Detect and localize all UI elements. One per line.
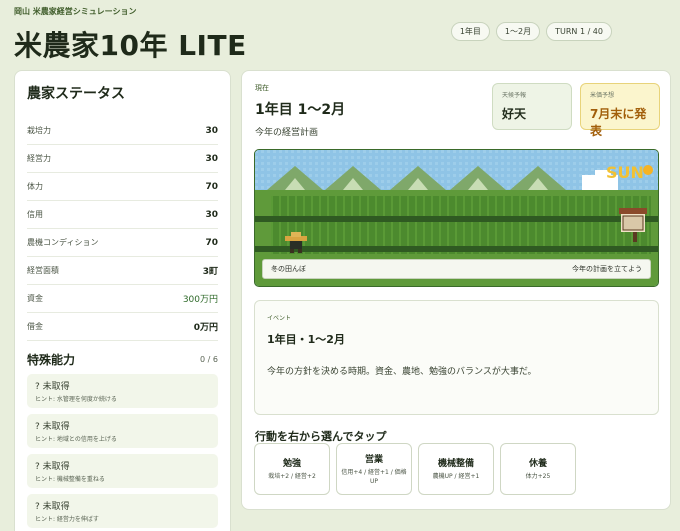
- stat-row-machine-condition: 農機コンディション 70: [27, 229, 218, 257]
- stat-row-management: 経営力 30: [27, 145, 218, 173]
- sun-icon: [643, 165, 653, 175]
- action-name: 機械整備: [437, 459, 474, 470]
- special-abilities-header: 特殊能力 0 / 6: [27, 351, 218, 368]
- ability-hint: ヒント: 水管理を何度か続ける: [35, 396, 117, 403]
- action-effect: 信用+4 / 経営+1 / 価格UP: [341, 469, 407, 485]
- scene-caption-left: 冬の田んぼ: [271, 265, 306, 273]
- stat-label: 農機コンディション: [27, 238, 99, 247]
- year-pill: 1年目: [450, 22, 490, 41]
- farm-scene: SUN 冬の田んぼ 今年の計画を立てよう: [254, 149, 659, 287]
- action-effect: 栽培+2 / 経営+2: [268, 473, 316, 481]
- weather-forecast-value: 好天: [502, 107, 527, 121]
- stat-value: 70: [205, 181, 218, 192]
- weather-forecast-card: 天候予報 好天: [492, 83, 572, 130]
- stat-row-farm-area: 経営面積 3町: [27, 257, 218, 285]
- stat-row-cultivation: 栽培力 30: [27, 117, 218, 145]
- rice-paddy: [271, 196, 651, 254]
- rest-action-button[interactable]: 休養 体力+25: [500, 443, 576, 495]
- rice-price-forecast-value: 7月末に発表: [590, 107, 647, 138]
- turn-pills: 1年目 1〜2月 TURN 1 / 40: [450, 22, 612, 41]
- ability-card: ? 未取得 ヒント: 経営力を伸ばす: [27, 494, 218, 528]
- action-name: 営業: [364, 455, 383, 466]
- main-panel: 現在 1年目 1〜2月 今年の経営計画 天候予報 好天 米価予想 7月末に発表: [241, 70, 671, 510]
- stat-value: 30: [205, 153, 218, 164]
- ability-name: ? 未取得: [35, 382, 70, 392]
- sun-label: SUN: [606, 163, 644, 182]
- current-label: 現在: [255, 84, 269, 92]
- stat-value: 3町: [202, 267, 218, 277]
- status-title: 農家ステータス: [27, 86, 125, 102]
- ability-card: ? 未取得 ヒント: 機械整備を重ねる: [27, 454, 218, 488]
- event-text: 今年の方針を決める時期。資金、農地、勉強のバランスが大事だ。: [267, 367, 537, 377]
- event-panel: イベント 1年目・1〜2月 今年の方針を決める時期。資金、農地、勉強のバランスが…: [254, 300, 659, 415]
- stat-label: 資金: [27, 294, 43, 303]
- scene-caption-right: 今年の計画を立てよう: [572, 265, 642, 273]
- stat-label: 栽培力: [27, 126, 51, 135]
- event-label: イベント: [267, 315, 292, 322]
- action-effect: 農機UP / 経営+1: [432, 473, 480, 481]
- study-action-button[interactable]: 勉強 栽培+2 / 経営+2: [254, 443, 330, 495]
- paddy-ridge: [255, 246, 658, 252]
- action-name: 休養: [528, 459, 547, 470]
- sales-action-button[interactable]: 営業 信用+4 / 経営+1 / 価格UP: [336, 443, 412, 495]
- stat-value: 0万円: [193, 323, 218, 333]
- stat-row-funds: 資金 300万円: [27, 285, 218, 313]
- paddy-ridge: [255, 216, 658, 222]
- ability-hint: ヒント: 機械整備を重ねる: [35, 476, 105, 483]
- stat-label: 信用: [27, 210, 43, 219]
- stat-label: 借金: [27, 322, 43, 331]
- game-title: 米農家10年 LITE: [14, 29, 247, 62]
- ability-card: ? 未取得 ヒント: 地域との信用を上げる: [27, 414, 218, 448]
- game-subtitle: 岡山 米農家経営シミュレーション: [14, 7, 137, 16]
- rice-price-forecast-label: 米価予想: [590, 92, 615, 99]
- action-name: 勉強: [282, 459, 301, 470]
- month-pill: 1〜2月: [495, 22, 541, 41]
- rice-price-forecast-card: 米価予想 7月末に発表: [580, 83, 660, 138]
- stat-row-stamina: 体力 70: [27, 173, 218, 201]
- stat-label: 体力: [27, 182, 43, 191]
- ability-name: ? 未取得: [35, 502, 70, 512]
- ability-hint: ヒント: 地域との信用を上げる: [35, 436, 117, 443]
- turn-pill: TURN 1 / 40: [546, 22, 612, 41]
- stat-value: 30: [205, 209, 218, 220]
- stat-value: 70: [205, 237, 218, 248]
- stat-row-debt: 借金 0万円: [27, 313, 218, 341]
- current-plan: 今年の経営計画: [255, 128, 319, 138]
- event-title: 1年目・1〜2月: [267, 333, 345, 346]
- ability-hint: ヒント: 経営力を伸ばす: [35, 516, 99, 523]
- stat-row-trust: 信用 30: [27, 201, 218, 229]
- ability-card: ? 未取得 ヒント: 水管理を何度か続ける: [27, 374, 218, 408]
- special-abilities-count: 0 / 6: [200, 355, 218, 364]
- special-abilities-title: 特殊能力: [27, 353, 76, 367]
- ability-name: ? 未取得: [35, 422, 70, 432]
- scene-caption: 冬の田んぼ 今年の計画を立てよう: [262, 259, 651, 279]
- ability-name: ? 未取得: [35, 462, 70, 472]
- current-date: 1年目 1〜2月: [255, 102, 346, 118]
- stat-label: 経営面積: [27, 266, 59, 275]
- action-list: 勉強 栽培+2 / 経営+2 営業 信用+4 / 経営+1 / 価格UP 機械整…: [254, 443, 576, 495]
- stat-value: 30: [205, 125, 218, 136]
- stat-list: 栽培力 30 経営力 30 体力 70 信用 30 農機コンディション 70 経…: [27, 117, 218, 341]
- action-title: 行動を右から選んでタップ: [255, 430, 387, 443]
- farmer-status-panel: 農家ステータス 栽培力 30 経営力 30 体力 70 信用 30 農機コンディ…: [14, 70, 231, 531]
- weather-forecast-label: 天候予報: [502, 92, 527, 99]
- stat-value: 300万円: [182, 295, 218, 305]
- machine-maintenance-action-button[interactable]: 機械整備 農機UP / 経営+1: [418, 443, 494, 495]
- action-effect: 体力+25: [525, 473, 551, 481]
- stat-label: 経営力: [27, 154, 51, 163]
